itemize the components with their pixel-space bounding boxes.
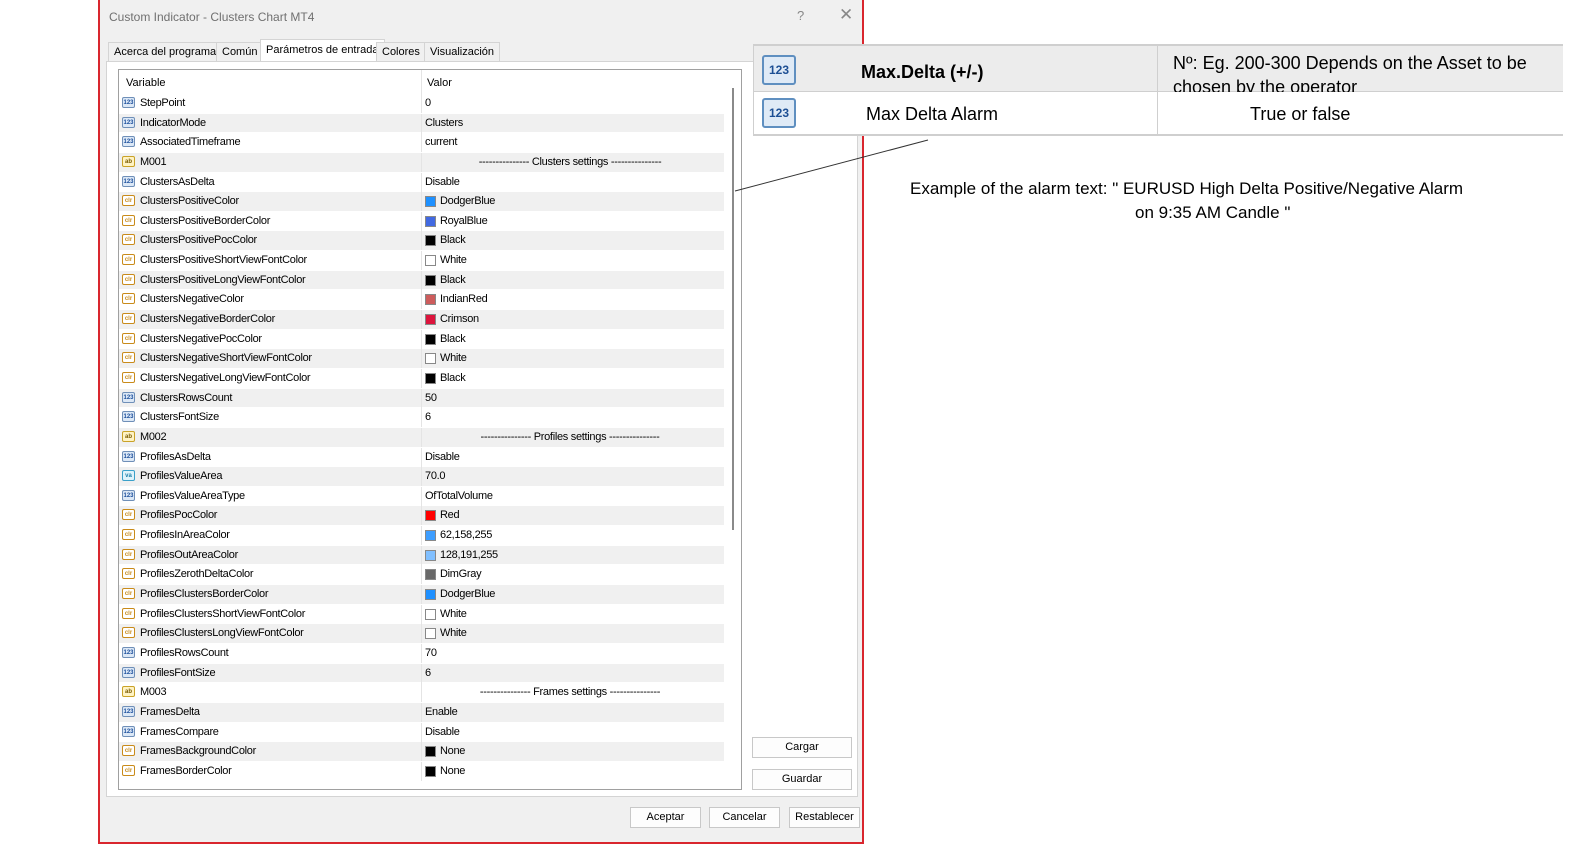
alarm-example-text-continued: on 9:35 AM Candle " <box>1135 203 1291 222</box>
integer-param-icon: 123 <box>762 55 796 85</box>
annotation-param-name: Max.Delta (+/-) <box>861 62 984 82</box>
annotation-table: 123 Max.Delta (+/-) Nº: Eg. 200-300 Depe… <box>753 44 1563 138</box>
annotation-column-divider <box>1157 44 1158 136</box>
alarm-example-text: Example of the alarm text: " EURUSD High… <box>910 179 1464 198</box>
annotation-row-max-delta: 123 Max.Delta (+/-) Nº: Eg. 200-300 Depe… <box>753 44 1563 97</box>
integer-param-icon: 123 <box>762 98 796 128</box>
annotation-param-description: True or false <box>1250 104 1351 124</box>
annotation-param-name: Max Delta Alarm <box>866 104 999 124</box>
annotation-row-max-delta-alarm: 123 Max Delta Alarm True or false <box>753 92 1563 136</box>
annotation-left-border <box>753 44 754 136</box>
